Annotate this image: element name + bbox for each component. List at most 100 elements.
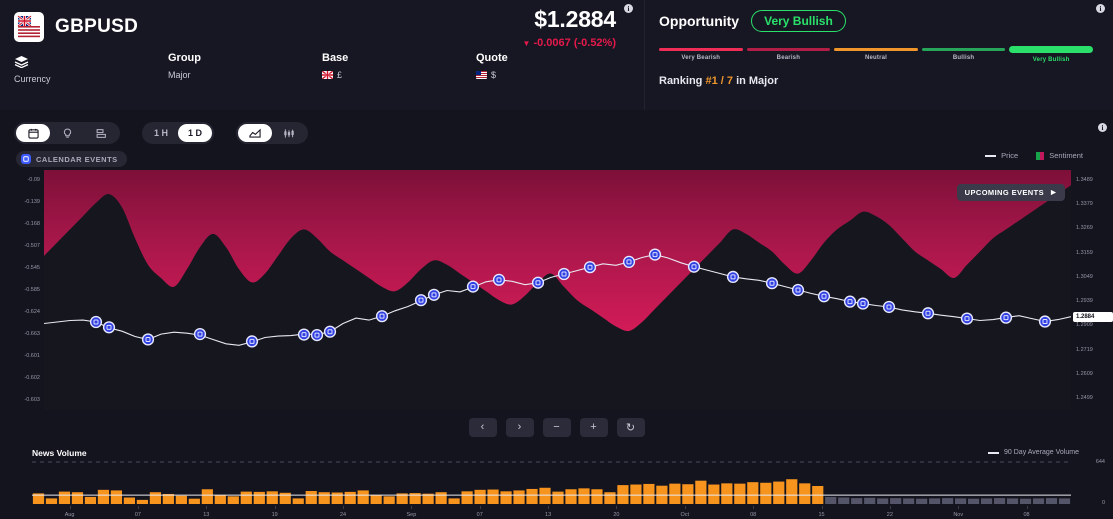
calendar-event-marker[interactable]	[427, 288, 441, 301]
news-volume-bar[interactable]	[760, 482, 772, 504]
calendar-event-marker[interactable]	[89, 315, 103, 329]
calendar-event-marker[interactable]	[765, 277, 779, 290]
calendar-event-marker[interactable]	[687, 260, 701, 273]
news-volume-bar[interactable]	[305, 491, 317, 504]
news-volume-bar[interactable]	[734, 483, 746, 504]
news-volume-bar[interactable]	[1019, 498, 1032, 504]
news-plot-area[interactable]	[32, 460, 1071, 504]
news-volume-bar[interactable]	[71, 492, 84, 504]
calendar-event-marker[interactable]	[310, 328, 324, 342]
news-volume-bar[interactable]	[292, 498, 304, 504]
news-volume-bar[interactable]	[227, 496, 239, 504]
news-volume-bar[interactable]	[175, 495, 187, 504]
calendar-event-marker[interactable]	[297, 328, 311, 341]
calendar-event-marker[interactable]	[648, 248, 662, 261]
news-volume-bar[interactable]	[383, 496, 395, 504]
calendar-event-marker[interactable]	[622, 255, 636, 268]
news-volume-bar[interactable]	[993, 498, 1006, 504]
news-volume-bar[interactable]	[708, 484, 720, 504]
news-volume-bar[interactable]	[331, 492, 343, 504]
calendar-event-marker[interactable]	[375, 310, 389, 323]
news-volume-bar[interactable]	[201, 489, 213, 504]
news-volume-bar[interactable]	[318, 492, 330, 504]
price-plot-area[interactable]: UPCOMING EVENTS	[44, 170, 1071, 410]
calendar-event-marker[interactable]	[921, 307, 935, 320]
news-volume-bar[interactable]	[188, 498, 200, 504]
calendar-event-marker[interactable]	[531, 276, 545, 289]
news-volume-bar[interactable]	[890, 498, 902, 504]
news-volume-bar[interactable]	[97, 489, 110, 504]
news-volume-bar[interactable]	[1032, 498, 1045, 504]
calendar-event-marker[interactable]	[1038, 315, 1052, 328]
news-volume-bar[interactable]	[1058, 498, 1071, 504]
news-volume-bar[interactable]	[240, 491, 252, 504]
timeframe-1h-button[interactable]: 1 H	[144, 124, 178, 142]
news-volume-bar[interactable]	[695, 480, 707, 504]
news-volume-bar[interactable]	[214, 495, 226, 504]
zoom-out-icon[interactable]: −	[542, 417, 571, 437]
news-volume-bar[interactable]	[851, 498, 863, 504]
news-volume-bar[interactable]	[1006, 498, 1019, 504]
news-volume-bar[interactable]	[552, 491, 564, 504]
news-volume-bar[interactable]	[980, 498, 993, 504]
news-volume-bar[interactable]	[578, 488, 590, 504]
news-volume-bar[interactable]	[84, 496, 97, 504]
calendar-event-marker[interactable]	[882, 300, 896, 314]
news-volume-bar[interactable]	[123, 497, 135, 504]
news-volume-bar[interactable]	[825, 496, 837, 504]
news-volume-bar[interactable]	[357, 490, 369, 504]
calendar-event-marker[interactable]	[414, 294, 428, 307]
news-volume-bar[interactable]	[630, 484, 642, 504]
news-volume-bar[interactable]	[942, 498, 954, 504]
calendar-event-marker[interactable]	[323, 325, 337, 338]
calendar-event-marker[interactable]	[492, 273, 506, 286]
news-volume-bar[interactable]	[864, 497, 876, 504]
news-volume-bar[interactable]	[591, 489, 603, 504]
news-volume-bar[interactable]	[968, 498, 980, 504]
opportunity-info-icon[interactable]: i	[1096, 4, 1105, 13]
news-volume-bar[interactable]	[617, 485, 629, 504]
news-volume-bar[interactable]	[253, 491, 265, 504]
news-volume-bar[interactable]	[773, 481, 785, 504]
news-volume-bar[interactable]	[565, 489, 577, 504]
news-volume-bar[interactable]	[279, 492, 291, 504]
news-volume-bar[interactable]	[149, 492, 161, 504]
news-volume-bar[interactable]	[110, 490, 123, 504]
toolbar-info-icon[interactable]: i	[1098, 123, 1107, 132]
view-list-button[interactable]	[84, 124, 118, 142]
news-volume-bar[interactable]	[461, 491, 473, 504]
calendar-event-marker[interactable]	[817, 290, 831, 303]
chevron-right-icon[interactable]: ›	[505, 417, 534, 437]
news-volume-bar[interactable]	[58, 491, 71, 504]
news-volume-bar[interactable]	[669, 483, 681, 504]
reset-icon[interactable]: ↻	[616, 417, 645, 437]
news-volume-bar[interactable]	[1045, 498, 1058, 504]
chevron-left-icon[interactable]: ‹	[468, 417, 497, 437]
news-volume-bar[interactable]	[448, 498, 460, 504]
chip-calendar-events[interactable]: CALENDAR EVENTS	[16, 151, 127, 167]
news-volume-bar[interactable]	[721, 483, 733, 504]
news-volume-bar[interactable]	[604, 492, 616, 504]
news-volume-bar[interactable]	[929, 498, 941, 504]
calendar-event-marker[interactable]	[193, 328, 207, 341]
news-volume-bar[interactable]	[487, 489, 499, 504]
news-volume-bar[interactable]	[903, 498, 915, 504]
view-calendar-button[interactable]	[16, 124, 50, 142]
news-volume-bar[interactable]	[838, 497, 850, 504]
chart-type-area-button[interactable]	[238, 124, 272, 142]
news-volume-bar[interactable]	[916, 498, 928, 504]
view-insights-button[interactable]	[50, 124, 84, 142]
news-volume-bar[interactable]	[513, 490, 525, 504]
calendar-event-marker[interactable]	[466, 280, 480, 293]
chart-type-candlestick-button[interactable]	[272, 124, 306, 142]
calendar-event-marker[interactable]	[726, 270, 740, 284]
calendar-event-marker[interactable]	[583, 261, 597, 274]
calendar-event-marker[interactable]	[102, 321, 116, 334]
news-volume-bar[interactable]	[344, 491, 356, 504]
news-volume-bar[interactable]	[786, 479, 798, 504]
upcoming-events-button[interactable]: UPCOMING EVENTS	[956, 184, 1065, 201]
calendar-event-marker[interactable]	[141, 333, 155, 346]
news-volume-bar[interactable]	[474, 489, 486, 504]
news-volume-bar[interactable]	[526, 488, 538, 504]
news-volume-bar[interactable]	[539, 487, 551, 504]
